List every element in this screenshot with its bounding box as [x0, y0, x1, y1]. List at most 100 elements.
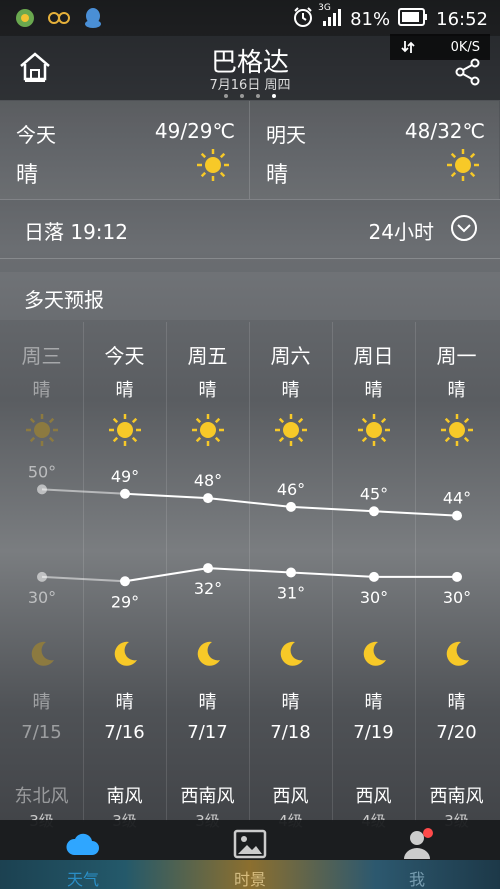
low-temp-point: [286, 567, 296, 578]
chevron-down-icon: [451, 215, 477, 241]
person-icon: [404, 828, 433, 859]
header: 巴格达 7月16日 周四 0K/S: [0, 34, 500, 100]
today-condition: 晴: [16, 163, 39, 188]
ad-banner[interactable]: [0, 860, 500, 889]
sun-icon: [26, 414, 58, 446]
high-temp-line-segment: [373, 510, 458, 517]
forecast-date: 7/18: [270, 722, 311, 743]
cloud-icon: [66, 833, 99, 855]
forecast-weekday: 周一: [436, 344, 477, 368]
forecast-date: 7/19: [353, 722, 394, 743]
tomorrow-temp: 48/32℃: [404, 119, 485, 143]
low-temp-label: 32°: [194, 579, 222, 598]
low-temp-label: 30°: [28, 588, 56, 607]
forecast-weekday: 周六: [270, 344, 311, 368]
sunset-time: 日落 19:12: [24, 220, 128, 244]
low-temp-point: [203, 563, 213, 574]
high-temp-label: 46°: [277, 480, 305, 499]
status-bar: 3G 81% 16:52: [0, 0, 500, 36]
clock: 16:52: [436, 9, 488, 30]
forecast-weekday: 周三: [21, 344, 62, 368]
forecast-wind: 西风: [272, 786, 309, 807]
today-temp: 49/29℃: [154, 119, 235, 143]
forecast-day-condition: 晴: [281, 380, 300, 401]
sun-icon: [192, 414, 224, 446]
hourly-expand-button[interactable]: [450, 214, 478, 242]
divider: [0, 258, 500, 259]
low-temp-point: [369, 571, 379, 582]
today-label: 今天: [16, 123, 56, 147]
hourly-toggle-label[interactable]: 24小时: [369, 216, 434, 245]
forecast-night-condition: 晴: [198, 692, 217, 713]
low-temp-label: 31°: [277, 584, 305, 603]
tomorrow-label: 明天: [266, 123, 306, 147]
high-temp-line-segment: [124, 492, 209, 500]
high-temp-line-segment: [290, 505, 375, 513]
forecast-day-condition: 晴: [198, 380, 217, 401]
sun-icon: [109, 414, 141, 446]
forecast-date: 7/15: [21, 722, 62, 743]
share-button[interactable]: [454, 58, 482, 86]
high-temp-point: [203, 493, 213, 504]
high-temp-label: 44°: [443, 489, 471, 508]
high-temp-point: [286, 501, 296, 512]
forecast-night-condition: 晴: [281, 692, 300, 713]
high-temp-label: 50°: [28, 462, 56, 481]
forecast-date: 7/16: [104, 722, 145, 743]
net-speed: 0K/S: [450, 39, 480, 55]
transfer-icon: [401, 41, 415, 53]
low-temp-point: [452, 571, 462, 582]
page-dot: [224, 94, 228, 98]
battery-percent: 81%: [350, 9, 391, 30]
net-speed-overlay: 0K/S: [390, 34, 490, 60]
forecast-date: 7/17: [187, 722, 228, 743]
forecast-wind: 西南风: [180, 786, 235, 807]
high-temp-label: 48°: [194, 471, 222, 490]
header-date: 7月16日 周四: [209, 78, 291, 93]
high-temp-point: [452, 510, 462, 521]
page-dot-active: [272, 94, 276, 98]
forecast-day-condition: 晴: [364, 380, 383, 401]
share-icon: [455, 58, 480, 86]
battery-icon: [398, 8, 428, 31]
high-temp-line-segment: [41, 488, 126, 495]
today-summary[interactable]: 今天 49/29℃ 晴: [0, 101, 249, 199]
low-temp-label: 30°: [443, 588, 471, 607]
forecast-wind: 西南风: [429, 786, 484, 807]
sun-icon: [275, 414, 307, 446]
forecast-weekday: 周日: [353, 344, 394, 368]
moon-icon: [114, 641, 137, 666]
page-indicator: [0, 94, 500, 98]
forecast-wind: 西风: [355, 786, 392, 807]
moon-icon: [31, 641, 54, 666]
sun-icon: [358, 414, 390, 446]
sun-icon: [441, 414, 473, 446]
low-temp-point: [37, 571, 47, 582]
picture-icon: [233, 829, 267, 859]
high-temp-point: [120, 488, 130, 499]
moon-icon: [197, 641, 220, 666]
sun-icon: [447, 149, 479, 181]
moon-icon: [363, 641, 386, 666]
forecast-day-condition: 晴: [32, 380, 51, 401]
app-notify-icon: [14, 7, 36, 29]
forecast-night-condition: 晴: [447, 692, 466, 713]
forecast-date: 7/20: [436, 722, 477, 743]
forecast-day-condition: 晴: [115, 380, 134, 401]
glasses-icon: [48, 7, 70, 29]
low-temp-line-segment: [207, 567, 292, 574]
sunset-row: 日落 19:12 24小时: [0, 200, 500, 258]
sun-icon: [197, 149, 229, 181]
forecast-weekday: 周五: [187, 344, 228, 368]
forecast-night-condition: 晴: [32, 692, 51, 713]
forecast-wind: 东北风: [14, 786, 69, 807]
temperature-chart: 50° 30° 49° 29° 48° 32° 46° 31° 45° 30° 44° 30°: [28, 462, 471, 611]
page-dot: [256, 94, 260, 98]
forecast-day-condition: 晴: [447, 380, 466, 401]
high-temp-label: 49°: [111, 467, 139, 486]
forecast-wind: 南风: [106, 786, 143, 807]
multi-day-header: 多天预报: [0, 272, 500, 320]
low-temp-label: 29°: [111, 592, 139, 611]
tomorrow-summary[interactable]: 明天 48/32℃ 晴: [250, 101, 499, 199]
forecast-night-condition: 晴: [115, 692, 134, 713]
